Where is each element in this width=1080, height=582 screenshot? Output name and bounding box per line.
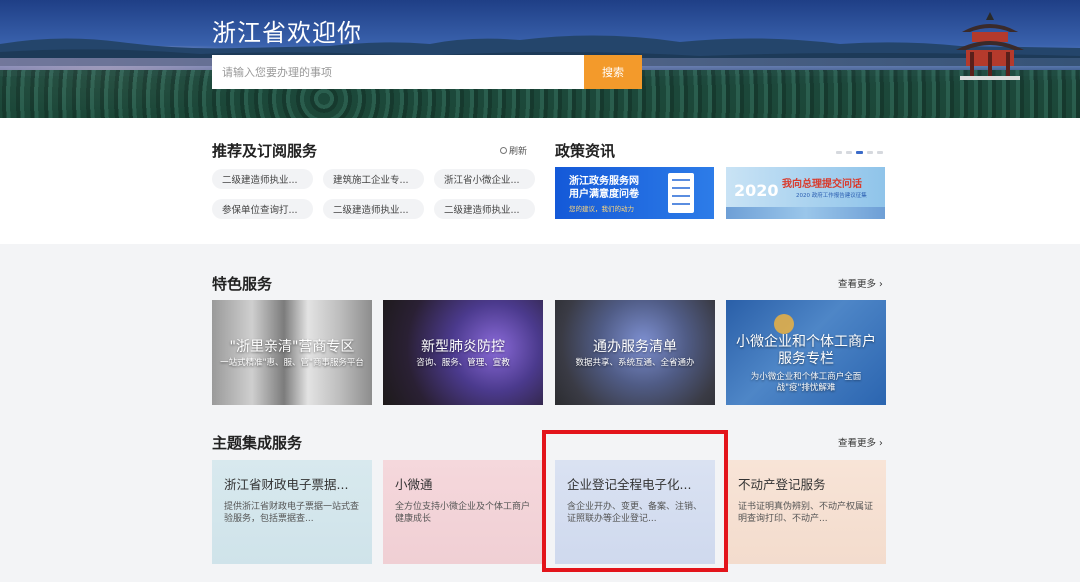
- featured-card[interactable]: 小微企业和个体工商户服务专栏 为小微企业和个体工商户全面战"疫"排忧解难: [726, 300, 886, 405]
- highlight-box: [542, 430, 728, 572]
- featured-card-subtitle: 数据共享、系统互通、全省通办: [575, 358, 695, 368]
- hero-title: 浙江省欢迎你: [212, 19, 362, 47]
- theme-card-title: 小微通: [395, 477, 433, 492]
- refresh-label: 刷新: [509, 146, 528, 157]
- recommend-title: 推荐及订阅服务: [212, 142, 318, 160]
- city-skyline-image: [726, 207, 885, 219]
- carousel-dot[interactable]: [846, 151, 852, 154]
- featured-card-title: 小微企业和个体工商户服务专栏: [736, 334, 876, 367]
- featured-card-subtitle: 为小微企业和个体工商户全面战"疫"排忧解难: [750, 372, 862, 393]
- search-button[interactable]: 搜索: [584, 55, 642, 89]
- banner-premier-sub: 2020 政府工作报告建议征集: [796, 193, 867, 199]
- recommend-item[interactable]: 建筑施工企业专...: [323, 169, 424, 189]
- pavilion-image: [956, 12, 1024, 80]
- featured-card-title: 通办服务清单: [593, 339, 677, 355]
- policy-banner-survey[interactable]: 浙江政务服务网 用户满意度问卷 您的建议，我们的动力: [555, 167, 714, 219]
- document-icon: [668, 173, 694, 213]
- theme-card-desc: 全方位支持小微企业及个体工商户健康成长: [395, 502, 531, 524]
- theme-card[interactable]: 浙江省财政电子票据... 提供浙江省财政电子票据一站式查验服务，包括票据查...: [212, 460, 372, 564]
- recommend-item[interactable]: 二级建造师执业...: [323, 199, 424, 219]
- carousel-dot[interactable]: [836, 151, 842, 154]
- featured-more-link[interactable]: 查看更多 ›: [838, 276, 883, 290]
- theme-more-label: 查看更多: [838, 438, 877, 449]
- flower-icon: [774, 314, 794, 334]
- featured-card[interactable]: 通办服务清单 数据共享、系统互通、全省通办: [555, 300, 715, 405]
- theme-card-title: 浙江省财政电子票据...: [224, 477, 349, 492]
- refresh-icon: [500, 146, 507, 154]
- carousel-dot[interactable]: [867, 151, 873, 154]
- featured-card-subtitle: 一站式精准"惠、服、管"商事服务平台: [220, 358, 364, 368]
- banner-year: 2020: [734, 181, 779, 200]
- carousel-dot-active[interactable]: [856, 151, 863, 154]
- top-services-panel: [0, 118, 1080, 244]
- theme-card-desc: 提供浙江省财政电子票据一站式查验服务，包括票据查...: [224, 502, 360, 524]
- search-input[interactable]: [212, 55, 584, 89]
- featured-title: 特色服务: [212, 275, 273, 293]
- recommend-item[interactable]: 二级建造师执业...: [212, 169, 313, 189]
- chevron-right-icon: ›: [879, 279, 883, 290]
- theme-card-desc: 证书证明真伪辨别、不动产权属证明查询打印、不动产...: [738, 502, 874, 524]
- policy-title: 政策资讯: [555, 142, 616, 160]
- recommend-item[interactable]: 二级建造师执业...: [434, 199, 535, 219]
- theme-card[interactable]: 不动产登记服务 证书证明真伪辨别、不动产权属证明查询打印、不动产...: [726, 460, 886, 564]
- chevron-right-icon: ›: [879, 438, 883, 449]
- theme-more-link[interactable]: 查看更多 ›: [838, 435, 883, 449]
- banner-premier-title: 我向总理提交问话: [782, 179, 862, 190]
- featured-card[interactable]: 新型肺炎防控 咨询、服务、管理、宣教: [383, 300, 543, 405]
- search-bar: 搜索: [212, 55, 642, 89]
- hero-banner: 浙江省欢迎你 搜索: [0, 0, 1080, 118]
- recommend-item[interactable]: 参保单位查询打...: [212, 199, 313, 219]
- featured-card-title: "浙里亲清"营商专区: [229, 339, 355, 355]
- carousel-dot[interactable]: [877, 151, 883, 154]
- featured-card-subtitle: 咨询、服务、管理、宣教: [416, 358, 510, 368]
- theme-card[interactable]: 小微通 全方位支持小微企业及个体工商户健康成长: [383, 460, 543, 564]
- refresh-button[interactable]: 刷新: [500, 143, 536, 157]
- featured-card[interactable]: "浙里亲清"营商专区 一站式精准"惠、服、管"商事服务平台: [212, 300, 372, 405]
- featured-more-label: 查看更多: [838, 279, 877, 290]
- featured-card-title: 新型肺炎防控: [421, 339, 505, 355]
- carousel-indicators: [836, 151, 883, 154]
- theme-title: 主题集成服务: [212, 434, 303, 452]
- theme-card-title: 不动产登记服务: [738, 477, 826, 492]
- recommend-item[interactable]: 浙江省小微企业...: [434, 169, 535, 189]
- policy-banner-premier[interactable]: 2020 我向总理提交问话 2020 政府工作报告建议征集: [726, 167, 885, 219]
